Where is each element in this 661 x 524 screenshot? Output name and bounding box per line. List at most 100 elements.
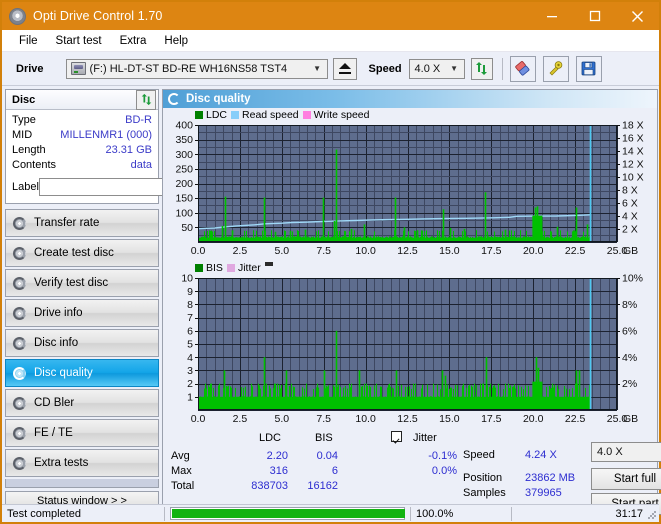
tools-button[interactable] bbox=[542, 55, 569, 82]
sidebar-item-label: Disc info bbox=[34, 337, 79, 349]
eject-button[interactable] bbox=[332, 57, 357, 80]
col-header-bis: BIS bbox=[315, 432, 333, 444]
elapsed-time: 31:17 bbox=[615, 507, 643, 520]
application-window: Opti Drive Control 1.70 File Start test … bbox=[0, 0, 661, 524]
bis-chart-legend: BIS Jitter bbox=[163, 261, 657, 274]
svg-text:8 X: 8 X bbox=[622, 185, 638, 197]
legend-swatch-read-speed bbox=[231, 110, 240, 119]
statusbar-divider bbox=[164, 506, 165, 521]
speed-stat-label: Speed bbox=[463, 449, 495, 461]
svg-text:100: 100 bbox=[175, 207, 193, 219]
menu-extra[interactable]: Extra bbox=[111, 33, 156, 49]
save-button[interactable] bbox=[575, 55, 602, 82]
disc-quality-icon bbox=[168, 93, 180, 105]
menu-help[interactable]: Help bbox=[155, 33, 197, 49]
sidebar-item-disc-quality[interactable]: Disc quality bbox=[5, 359, 159, 387]
svg-text:6 X: 6 X bbox=[622, 198, 638, 210]
disc-refresh-button[interactable] bbox=[136, 89, 156, 110]
sidebar-item-transfer-rate[interactable]: Transfer rate bbox=[5, 209, 159, 237]
sidebar-item-extra-tests[interactable]: Extra tests bbox=[5, 449, 159, 477]
disc-icon bbox=[12, 336, 27, 351]
position-stat-label: Position bbox=[463, 472, 503, 484]
menu-file[interactable]: File bbox=[10, 33, 47, 49]
legend-entry-bis: BIS bbox=[195, 262, 223, 274]
svg-text:14 X: 14 X bbox=[622, 146, 644, 158]
sidebar-item-label: Drive info bbox=[34, 307, 83, 319]
content-area: Disc quality LDC Read speed Write speed bbox=[162, 86, 661, 515]
row-label-total: Total bbox=[171, 480, 195, 492]
svg-text:10 X: 10 X bbox=[622, 172, 644, 184]
resize-grip[interactable] bbox=[647, 510, 657, 520]
sidebar-item-disc-info[interactable]: Disc info bbox=[5, 329, 159, 357]
speed-select[interactable]: 4.0 X ▼ bbox=[408, 58, 465, 79]
sidebar-item-create-test-disc[interactable]: Create test disc bbox=[5, 239, 159, 267]
svg-text:5.0: 5.0 bbox=[274, 245, 289, 257]
disc-row-mid: MID MILLENMR1 (000) bbox=[10, 128, 154, 143]
left-sidebar: Disc Type BD-R MID MILLENMR1 (000) Lengt… bbox=[2, 86, 241, 511]
jitter-checkbox[interactable] bbox=[391, 431, 402, 443]
legend-swatch-write-speed bbox=[302, 110, 311, 119]
minimize-button[interactable] bbox=[530, 2, 573, 30]
disc-row-type: Type BD-R bbox=[10, 113, 154, 128]
disc-panel: Disc Type BD-R MID MILLENMR1 (000) Lengt… bbox=[5, 89, 241, 204]
sidebar-item-label: Create test disc bbox=[34, 247, 114, 259]
drive-select-value: (F:) HL-DT-ST BD-RE WH16NS58 TST4 bbox=[89, 62, 288, 75]
disc-icon bbox=[12, 456, 27, 471]
close-button[interactable] bbox=[616, 2, 659, 30]
tools-icon bbox=[549, 61, 563, 76]
sidebar-item-cd-bler[interactable]: CD Bler bbox=[5, 389, 159, 417]
disc-icon bbox=[12, 216, 27, 231]
svg-text:150: 150 bbox=[175, 193, 193, 205]
sidebar-item-verify-test-disc[interactable]: Verify test disc bbox=[5, 269, 159, 297]
svg-text:8%: 8% bbox=[622, 299, 637, 311]
row-label-max: Max bbox=[171, 465, 192, 477]
disc-icon bbox=[12, 426, 27, 441]
svg-text:9: 9 bbox=[187, 286, 193, 298]
maximize-button[interactable] bbox=[573, 2, 616, 30]
disc-mid-value: MILLENMR1 (000) bbox=[60, 129, 152, 141]
svg-text:2%: 2% bbox=[622, 378, 637, 390]
max-bis-value: 6 bbox=[331, 465, 338, 477]
disc-icon bbox=[12, 276, 27, 291]
legend-label-write-speed: Write speed bbox=[313, 108, 370, 121]
start-full-button[interactable]: Start full bbox=[591, 468, 661, 490]
menu-start-test[interactable]: Start test bbox=[47, 33, 111, 49]
erase-button[interactable] bbox=[509, 55, 536, 82]
progress-bar bbox=[170, 507, 405, 520]
svg-text:7: 7 bbox=[187, 312, 193, 324]
svg-text:4%: 4% bbox=[622, 352, 637, 364]
drive-icon bbox=[70, 62, 86, 75]
bis-chart-svg: 109876 54321 10% 8% 6% 4% 2% 0.0 2.5 5.0 7.5 10.0 12… bbox=[181, 273, 643, 425]
jitter-label: Jitter bbox=[413, 432, 437, 444]
disc-panel-body: Type BD-R MID MILLENMR1 (000) Length 23.… bbox=[6, 110, 241, 203]
drive-label: Drive bbox=[16, 62, 44, 75]
disc-contents-value: data bbox=[130, 159, 152, 171]
sidebar-item-drive-info[interactable]: Drive info bbox=[5, 299, 159, 327]
svg-text:10: 10 bbox=[181, 274, 193, 285]
svg-text:15.0: 15.0 bbox=[439, 413, 460, 425]
svg-text:7.5: 7.5 bbox=[316, 413, 331, 425]
sidebar-item-label: Transfer rate bbox=[34, 217, 100, 229]
main-body: Disc Type BD-R MID MILLENMR1 (000) Lengt… bbox=[2, 86, 661, 515]
svg-text:0.0: 0.0 bbox=[191, 413, 206, 425]
test-controls: Speed 4.24 X Position 23862 MB Samples 3… bbox=[463, 432, 661, 515]
svg-text:17.5: 17.5 bbox=[481, 245, 502, 257]
samples-stat-label: Samples bbox=[463, 487, 506, 499]
speed-select-value: 4.0 X bbox=[414, 62, 441, 75]
sidebar-item-fe-te[interactable]: FE / TE bbox=[5, 419, 159, 447]
test-speed-select[interactable]: 4.0 X ▼ bbox=[591, 442, 661, 462]
svg-text:6%: 6% bbox=[622, 325, 637, 337]
refresh-button[interactable] bbox=[470, 57, 493, 80]
avg-ldc-value: 2.20 bbox=[266, 450, 288, 462]
drive-select[interactable]: (F:) HL-DT-ST BD-RE WH16NS58 TST4 ▼ bbox=[65, 58, 328, 79]
progress-fill bbox=[172, 509, 405, 518]
speed-label: Speed bbox=[368, 62, 402, 75]
total-ldc-value: 838703 bbox=[251, 480, 288, 492]
app-icon bbox=[9, 7, 26, 25]
sidebar-item-label: CD Bler bbox=[34, 397, 75, 409]
avg-jitter-value: -0.1% bbox=[428, 450, 457, 462]
disc-icon bbox=[12, 306, 27, 321]
col-header-ldc: LDC bbox=[259, 432, 282, 444]
svg-text:5.0: 5.0 bbox=[274, 413, 289, 425]
menu-bar: File Start test Extra Help bbox=[2, 30, 659, 52]
